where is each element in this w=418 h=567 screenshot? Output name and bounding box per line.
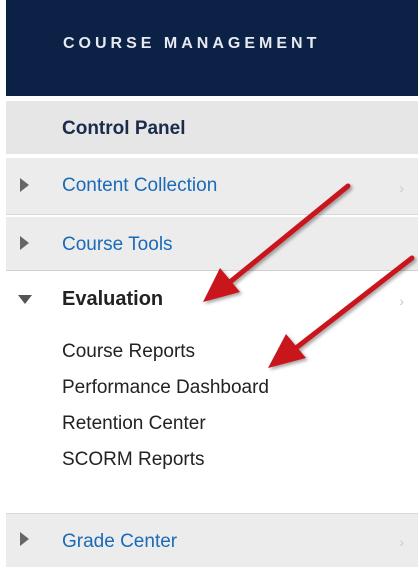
grade-center-link[interactable]: Grade Center [62, 531, 177, 553]
course-tools-link[interactable]: Course Tools [62, 234, 173, 256]
submenu-course-reports[interactable]: Course Reports [62, 341, 195, 363]
menu-item-grade-center[interactable]: Grade Center › [6, 513, 418, 567]
chevron-right-icon[interactable]: › [399, 180, 404, 196]
course-management-title: COURSE MANAGEMENT [63, 35, 321, 52]
control-panel-header: Control Panel [6, 101, 418, 154]
menu-item-evaluation: Evaluation › Course Reports Performance … [6, 270, 418, 511]
control-panel-label: Control Panel [62, 118, 186, 139]
menu-item-content-collection[interactable]: Content Collection › [6, 158, 418, 215]
content-collection-link[interactable]: Content Collection [62, 175, 217, 197]
course-management-header: COURSE MANAGEMENT [6, 0, 418, 96]
chevron-right-icon[interactable]: › [399, 293, 404, 309]
expand-arrow-icon[interactable] [20, 532, 29, 546]
submenu-performance-dashboard[interactable]: Performance Dashboard [62, 377, 269, 399]
expand-arrow-icon[interactable] [20, 236, 29, 250]
collapse-arrow-icon[interactable] [18, 295, 32, 304]
evaluation-label[interactable]: Evaluation [62, 288, 163, 311]
submenu-retention-center[interactable]: Retention Center [62, 413, 206, 435]
menu-item-course-tools[interactable]: Course Tools [6, 217, 418, 270]
submenu-scorm-reports[interactable]: SCORM Reports [62, 449, 205, 471]
expand-arrow-icon[interactable] [20, 178, 29, 192]
chevron-right-icon[interactable]: › [399, 534, 404, 550]
